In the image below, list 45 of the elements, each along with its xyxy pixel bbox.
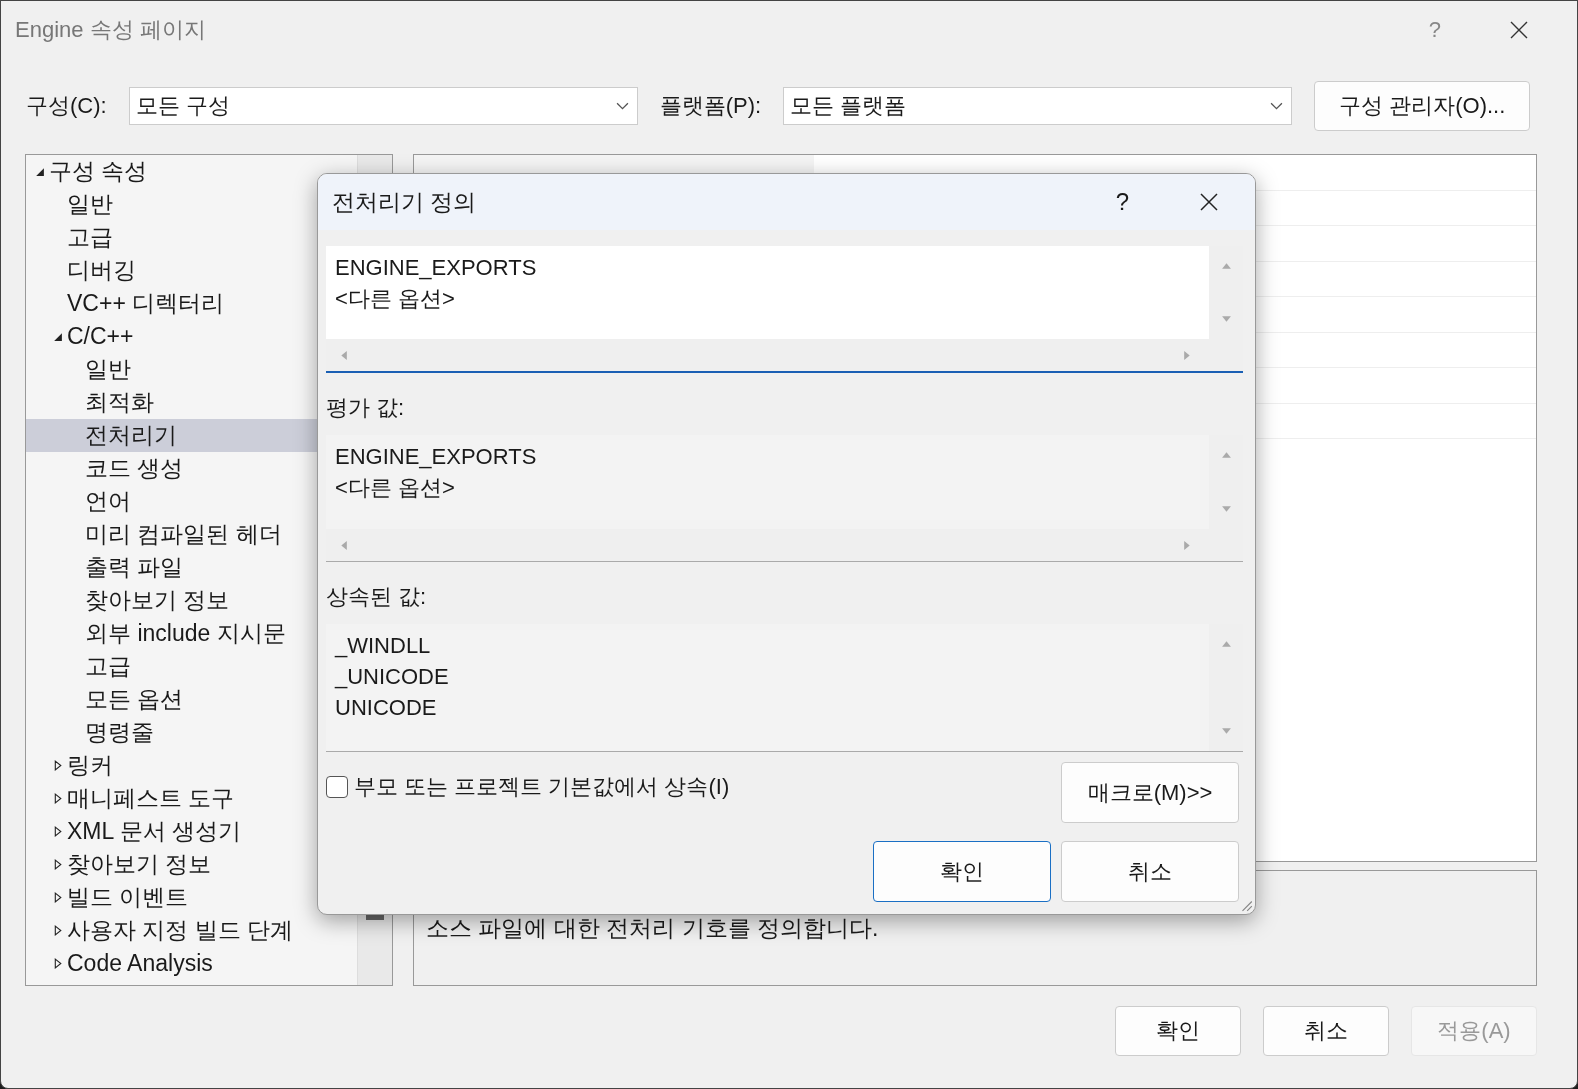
close-icon[interactable] bbox=[1199, 192, 1219, 212]
checkbox-label: 부모 또는 프로젝트 기본값에서 상속(I) bbox=[354, 773, 730, 801]
config-dropdown[interactable]: 모든 구성 bbox=[128, 87, 638, 125]
tree-item[interactable]: Code Analysis bbox=[26, 947, 357, 980]
section-label: 평가 값: bbox=[326, 394, 406, 422]
tree-item[interactable]: 찾아보기 정보 bbox=[26, 848, 357, 881]
expanded-triangle-icon[interactable] bbox=[34, 166, 45, 177]
text-line: <다른 옵션> bbox=[335, 474, 456, 502]
collapsed-triangle-icon[interactable] bbox=[52, 826, 63, 837]
text-line: ENGINE_EXPORTS bbox=[335, 254, 538, 282]
tree-item[interactable]: 빌드 이벤트 bbox=[26, 881, 357, 914]
help-button[interactable]: ? bbox=[1115, 188, 1129, 216]
text-line: _WINDLL bbox=[335, 632, 432, 660]
chevron-down-icon[interactable] bbox=[1270, 101, 1284, 111]
dialog-button[interactable]: 취소 bbox=[1263, 1006, 1389, 1056]
description-text: 소스 파일에 대한 전처리 기호를 정의합니다. bbox=[426, 915, 879, 942]
config-manager-button[interactable]: 구성 관리자(O)... bbox=[1314, 81, 1531, 131]
chevron-down-icon[interactable] bbox=[615, 101, 629, 111]
text-line: UNICODE bbox=[335, 694, 438, 722]
collapsed-triangle-icon[interactable] bbox=[52, 859, 63, 870]
platform-dropdown[interactable]: 모든 플랫폼 bbox=[783, 87, 1293, 125]
platform-label: 플랫폼(P): bbox=[659, 92, 762, 120]
resize-grip-icon[interactable] bbox=[1239, 898, 1253, 912]
collapsed-triangle-icon[interactable] bbox=[52, 925, 63, 936]
text-line: _UNICODE bbox=[335, 663, 450, 691]
dialog-button[interactable]: 확인 bbox=[1115, 1006, 1241, 1056]
window-title: Engine 속성 페이지 bbox=[15, 16, 207, 44]
config-label: 구성(C): bbox=[26, 92, 107, 120]
expanded-triangle-icon[interactable] bbox=[52, 331, 63, 342]
tree-item[interactable]: 링커 bbox=[26, 749, 357, 782]
tree-item[interactable]: 구성 속성 bbox=[26, 155, 357, 188]
tree-item[interactable]: XML 문서 생성기 bbox=[26, 815, 357, 848]
macros-button[interactable]: 매크로(M)>> bbox=[1061, 762, 1239, 823]
collapsed-triangle-icon[interactable] bbox=[52, 892, 63, 903]
collapsed-triangle-icon[interactable] bbox=[52, 793, 63, 804]
close-icon[interactable] bbox=[1509, 20, 1529, 40]
tree-item[interactable]: 사용자 지정 빌드 단계 bbox=[26, 914, 357, 947]
collapsed-triangle-icon[interactable] bbox=[52, 760, 63, 771]
ok-button[interactable]: 확인 bbox=[873, 841, 1051, 902]
section-label: 상속된 값: bbox=[326, 583, 428, 611]
collapsed-triangle-icon[interactable] bbox=[52, 958, 63, 969]
checkbox[interactable] bbox=[326, 776, 348, 798]
dialog-title: 전처리기 정의 bbox=[332, 187, 478, 217]
text-line: <다른 옵션> bbox=[335, 285, 456, 313]
cancel-button[interactable]: 취소 bbox=[1061, 841, 1239, 902]
